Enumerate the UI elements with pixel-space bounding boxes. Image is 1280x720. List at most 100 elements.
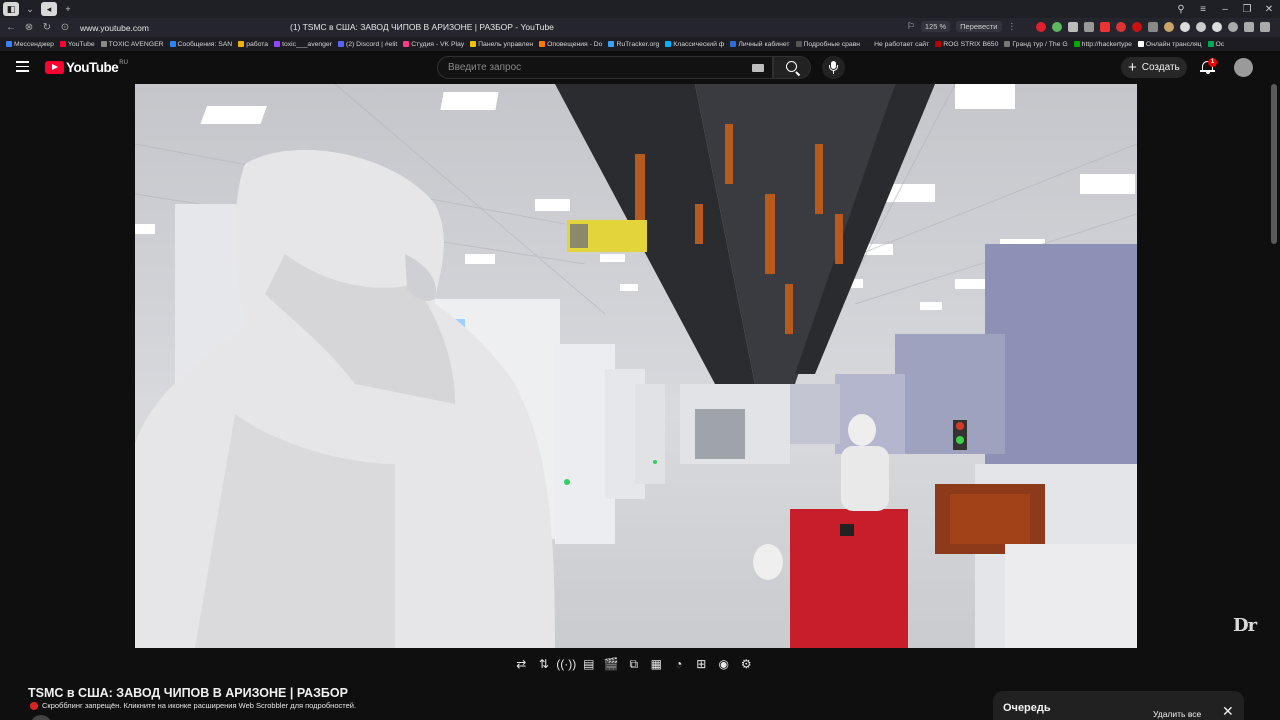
sort-icon[interactable]: ⇅ [533, 655, 556, 673]
search-icon [786, 61, 797, 72]
chevron-down-icon[interactable]: ⌄ [22, 2, 38, 16]
avatar[interactable] [1234, 58, 1253, 77]
sidebar-panel-icon[interactable] [1260, 21, 1270, 32]
bookmark-item[interactable]: Мессенджер [6, 41, 54, 48]
search-button[interactable] [773, 56, 811, 79]
bookmark-item[interactable]: Онлайн трансляц [1137, 41, 1202, 48]
screenshot-icon[interactable]: ◉ [713, 655, 736, 673]
bookmark-item[interactable]: Ос [1207, 40, 1225, 48]
scrobbler-icon [30, 701, 38, 710]
active-tab[interactable]: ◂ [41, 2, 57, 16]
bookmark-item[interactable]: Студия - VK Play [403, 41, 464, 48]
bookmark-favicon-icon [1073, 41, 1080, 47]
playlist-icon[interactable]: ▤ [578, 655, 601, 673]
queue-clear-button[interactable]: Удалить все [1153, 709, 1201, 719]
bookmark-item[interactable]: Не работает сайт [866, 41, 929, 48]
bookmark-label: ROG STRIX B650 [943, 40, 999, 48]
bookmark-favicon-icon [866, 41, 873, 47]
address-bar-actions: ⚐ 125 % Перевести ⋮ [907, 21, 1270, 32]
video-frame [135, 84, 1137, 648]
image-ext-icon[interactable] [1148, 21, 1158, 32]
bookmark-item[interactable]: toxic___avenger [274, 41, 332, 48]
scrobbler-ext-icon[interactable] [1116, 21, 1126, 32]
skip-icon[interactable]: ⊞ [690, 655, 713, 673]
circle-ext-icon[interactable] [1196, 21, 1206, 32]
bookmark-item[interactable]: YouTube [59, 41, 95, 48]
menu-icon[interactable] [16, 61, 29, 72]
bookmark-item[interactable]: Панель управлен [470, 41, 533, 48]
opera-ext-icon[interactable] [1036, 21, 1046, 32]
bookmark-icon[interactable]: ⚐ [907, 21, 915, 32]
bookmark-item[interactable]: (2) Discord | #elit [337, 41, 397, 48]
close-icon[interactable]: ✕ [1258, 4, 1280, 15]
bulb-ext-icon[interactable] [1180, 21, 1190, 32]
pin-icon[interactable]: ⚲ [1170, 4, 1192, 15]
plus-icon: + [1128, 59, 1137, 76]
channel-avatar[interactable] [30, 715, 52, 720]
more-icon[interactable]: ⋮ [1008, 21, 1017, 32]
bookmark-item[interactable]: TOXIC AVENGER [100, 41, 164, 48]
speed-icon[interactable]: ◔ [668, 655, 691, 673]
block-ext-icon[interactable] [1132, 21, 1142, 32]
new-tab-icon[interactable]: + [60, 2, 76, 16]
bookmark-item[interactable]: Личный кабинет [730, 41, 790, 48]
bookmark-item[interactable]: http://hackertype [1073, 41, 1132, 48]
settings-icon[interactable]: ⚙ [735, 655, 758, 673]
url-field[interactable]: www.youtube.com [80, 23, 149, 33]
extensions-icon[interactable] [1244, 21, 1254, 32]
menu-icon[interactable]: ≡ [1192, 4, 1214, 15]
bookmark-item[interactable]: Сообщения: SAN [169, 41, 232, 48]
voice-search-button[interactable] [822, 56, 845, 79]
youtube-logo[interactable]: YouTube RU [45, 60, 128, 75]
bookmark-item[interactable]: работа [238, 41, 268, 48]
queue-panel: Очередь Удалить все ✕ [993, 691, 1244, 720]
zoom-indicator[interactable]: 125 % [920, 21, 951, 32]
translate-button[interactable]: Перевести [956, 21, 1002, 32]
loop-icon[interactable]: ⇄ [510, 655, 533, 673]
keyboard-icon[interactable] [752, 64, 764, 72]
pen-ext-icon[interactable] [1100, 21, 1110, 32]
bookmark-label: Ос [1215, 40, 1225, 48]
clapper-icon[interactable]: 🎬 [600, 655, 623, 673]
scrobbler-text: Скробблинг запрещён. Кликните на иконке … [42, 701, 357, 710]
create-label: Создать [1141, 62, 1180, 73]
region-label: RU [119, 60, 128, 66]
frame-icon[interactable]: ⧉ [623, 655, 646, 673]
bookmark-favicon-icon [935, 41, 942, 47]
video-player[interactable] [135, 84, 1137, 648]
sidebar-toggle-icon[interactable]: ◧ [3, 2, 19, 16]
sync-ext-icon[interactable] [1228, 21, 1238, 32]
bookmark-favicon-icon [100, 41, 107, 47]
bookmark-item[interactable]: RuTracker.org [608, 41, 659, 48]
bookmark-favicon-icon [238, 41, 245, 47]
subtitles-icon[interactable]: ▦ [645, 655, 668, 673]
bookmark-favicon-icon [730, 41, 737, 47]
forward-icon[interactable]: ⊗ [22, 22, 36, 33]
youtube-play-icon [45, 61, 64, 74]
create-button[interactable]: + Создать [1121, 57, 1187, 78]
bookmark-item[interactable]: Подробные сравн [795, 41, 860, 48]
reload-icon[interactable]: ↻ [40, 22, 54, 33]
close-icon[interactable]: ✕ [1222, 703, 1234, 720]
bookmark-item[interactable]: Гранд тур / The G [1004, 41, 1068, 48]
scrollbar[interactable] [1271, 84, 1277, 244]
queue-title: Очередь [1003, 702, 1051, 714]
cookie-ext-icon[interactable] [1164, 21, 1174, 32]
search-input[interactable] [438, 57, 728, 78]
back-icon[interactable]: ← [4, 22, 18, 33]
restore-icon[interactable]: ❐ [1236, 4, 1258, 15]
translate-ext-icon[interactable] [1068, 21, 1078, 32]
minimize-icon[interactable]: – [1214, 4, 1236, 15]
bookmark-item[interactable]: Оповещения - Do [539, 41, 602, 48]
bookmarks-bar: Мессенджер YouTube TOXIC AVENGER Сообщения:… [0, 37, 1280, 51]
bookmark-label: Классический ф [673, 40, 725, 48]
bookmark-item[interactable]: Классический ф [665, 41, 724, 48]
download-ext-icon[interactable] [1052, 21, 1062, 32]
broadcast-icon[interactable]: ((·)) [555, 655, 578, 673]
bookmark-item[interactable]: ROG STRIX B650 [935, 41, 998, 48]
vk-ext-icon[interactable] [1084, 21, 1094, 32]
site-info-icon[interactable]: ⊙ [58, 22, 72, 33]
bookmark-label: Панель управлен [478, 40, 534, 48]
search-box [437, 56, 773, 79]
profile-ext-icon[interactable] [1212, 21, 1222, 32]
